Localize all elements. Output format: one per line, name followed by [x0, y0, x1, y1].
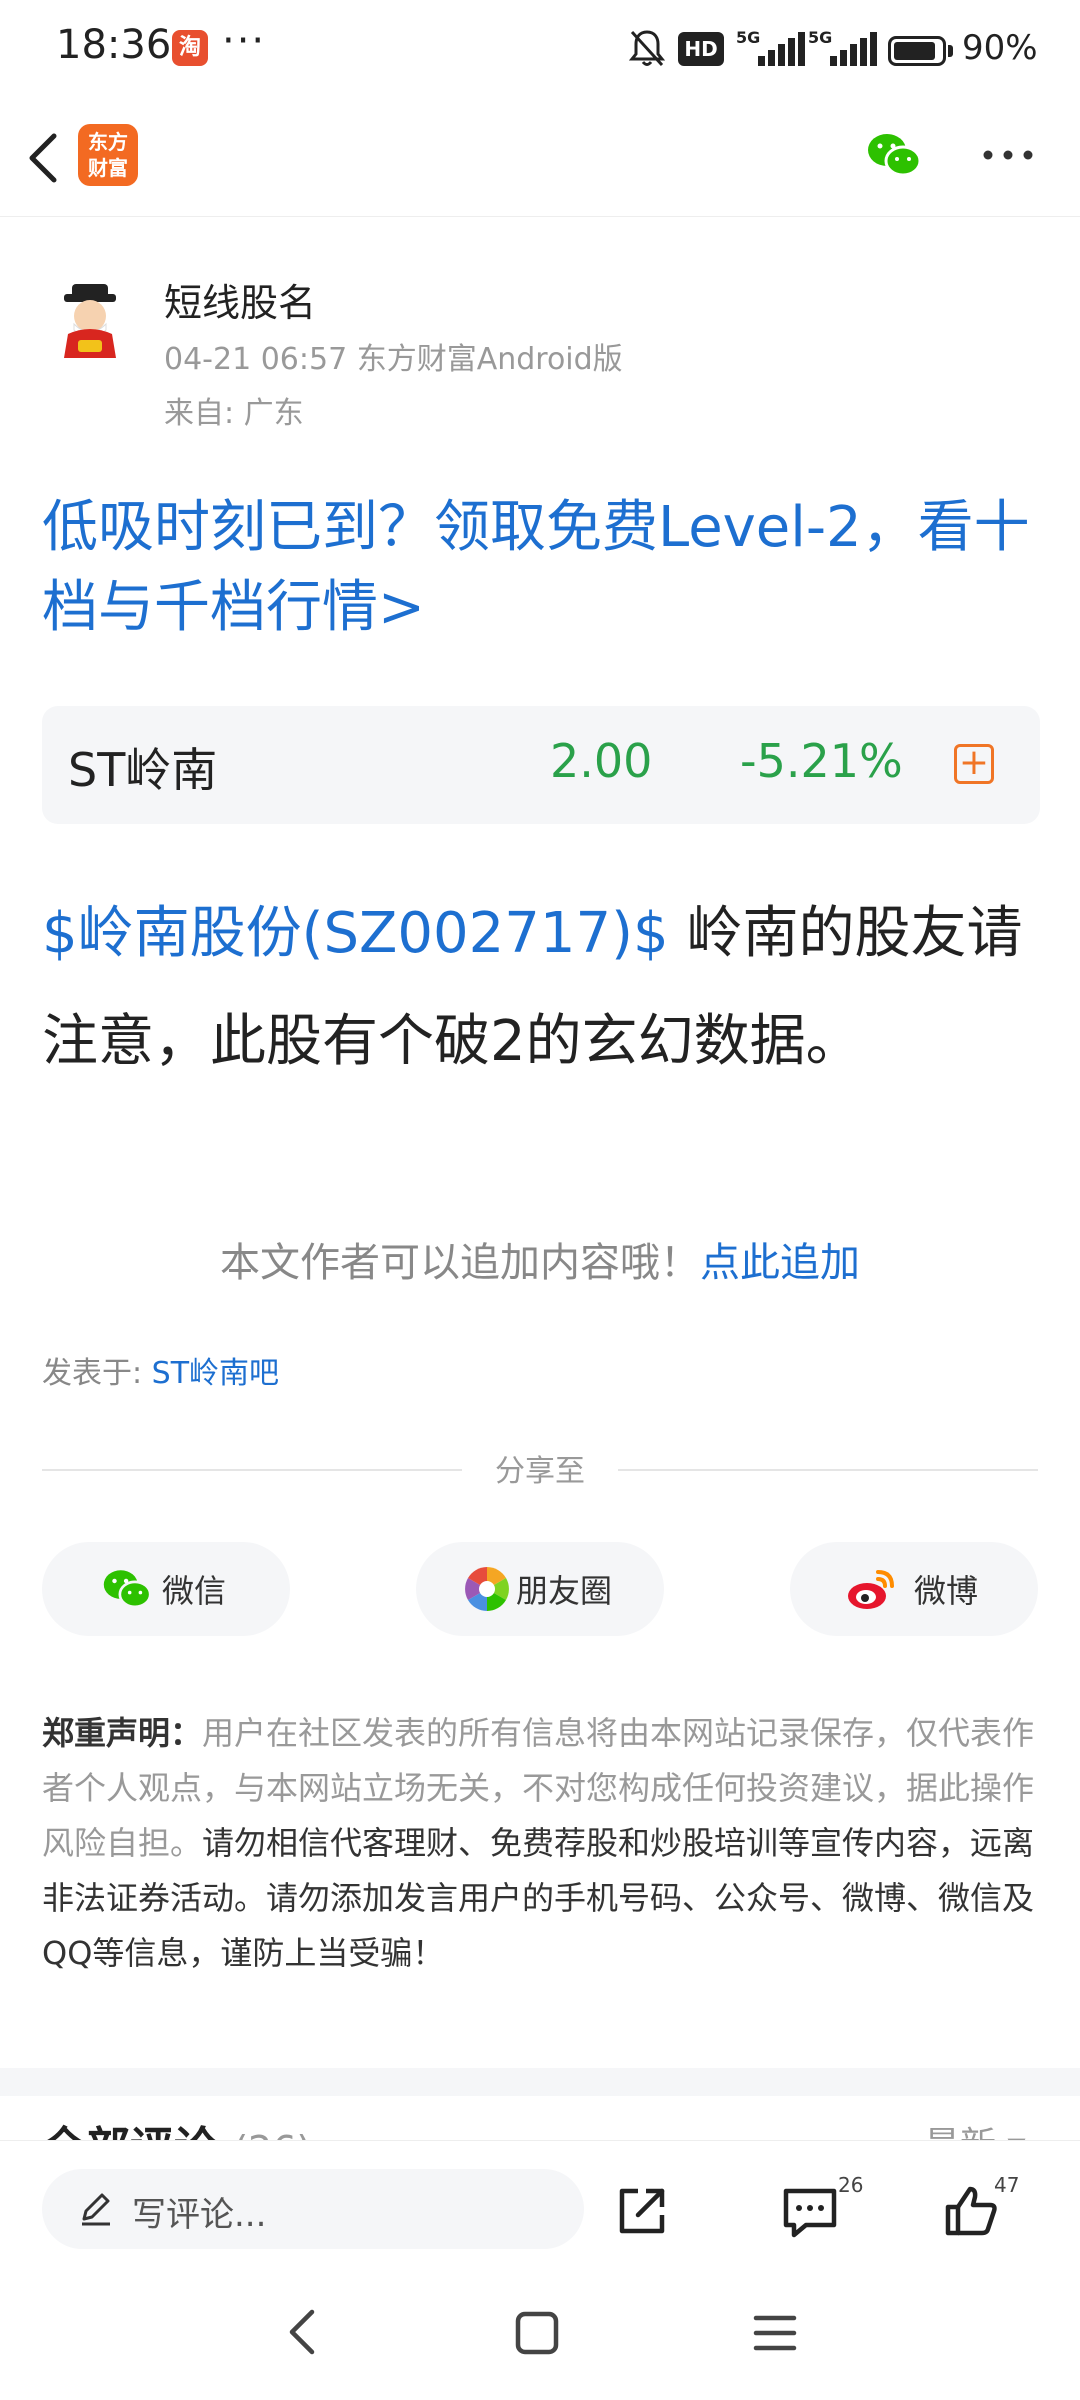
share-moments-button[interactable]: 朋友圈: [416, 1542, 664, 1636]
disclaimer: 郑重声明：用户在社区发表的所有信息将由本网站记录保存，仅代表作者个人观点，与本网…: [42, 1706, 1042, 1981]
add-to-watchlist-icon[interactable]: +: [954, 744, 994, 784]
share-out-icon: [619, 2188, 665, 2234]
nav-back-button[interactable]: [280, 2302, 324, 2366]
divider: [42, 1469, 462, 1471]
battery-icon: [888, 36, 946, 66]
bottom-action-bar: 写评论... 26 47: [0, 2140, 1080, 2263]
share-button[interactable]: [612, 2181, 672, 2241]
author-name[interactable]: 短线股名: [164, 272, 316, 327]
post-body: $岭南股份(SZ002717)$ 岭南的股友请注意，此股有个破2的玄幻数据。: [42, 880, 1042, 1096]
level2-promo-link[interactable]: 低吸时刻已到？领取免费Level-2，看十档与千档行情>: [42, 488, 1042, 648]
comment-count-badge: 26: [838, 2173, 864, 2197]
like-button[interactable]: [942, 2181, 1002, 2241]
battery-tip: [948, 45, 953, 57]
comments-button[interactable]: [780, 2181, 840, 2241]
status-bar: 18:36 淘 ··· HD 5G 5G 90%: [0, 0, 1080, 100]
section-separator: [0, 2068, 1080, 2096]
share-moments-label: 朋友圈: [516, 1572, 613, 1610]
forum-link[interactable]: ST岭南吧: [152, 1356, 279, 1391]
taobao-notification-icon: 淘: [172, 30, 208, 66]
battery-percent: 90%: [962, 28, 1038, 68]
share-label: 分享至: [495, 1454, 585, 1489]
hd-voice-icon: HD: [678, 32, 724, 66]
thumbs-up-icon: [945, 2186, 997, 2236]
comment-input[interactable]: 写评论...: [42, 2169, 584, 2249]
more-notifications-icon: ···: [222, 18, 267, 64]
stock-quote-card[interactable]: ST岭南 2.00 -5.21% +: [42, 706, 1040, 824]
post-meta: 04-21 06:57 东方财富Android版: [164, 342, 623, 377]
stock-change: -5.21%: [740, 734, 903, 788]
more-options-button[interactable]: [980, 140, 1036, 170]
wechat-icon: [103, 1570, 152, 1609]
nav-home-button[interactable]: [512, 2308, 562, 2362]
share-weibo-button[interactable]: 微博: [790, 1542, 1038, 1636]
header: 东方 财富: [0, 100, 1080, 217]
nav-recents-button[interactable]: [750, 2308, 800, 2362]
stock-tag-link[interactable]: $岭南股份(SZ002717)$: [42, 901, 669, 966]
moments-icon: [465, 1567, 509, 1611]
post-location: 来自: 广东: [164, 396, 304, 431]
brand-logo[interactable]: 东方 财富: [78, 124, 138, 186]
stock-price: 2.00: [550, 734, 653, 788]
comment-placeholder: 写评论...: [132, 2195, 267, 2235]
share-wechat-button[interactable]: 微信: [42, 1542, 290, 1636]
weibo-icon: [848, 1570, 894, 1609]
back-button[interactable]: [20, 128, 70, 188]
comment-icon: [783, 2188, 837, 2238]
chevron-left-icon: [29, 133, 57, 183]
append-content-link[interactable]: 点此追加: [700, 1240, 860, 1286]
author-avatar[interactable]: [54, 280, 126, 360]
share-wechat-label: 微信: [162, 1572, 227, 1610]
like-count-badge: 47: [994, 2173, 1020, 2197]
nav-menu-icon: [753, 2315, 797, 2351]
wechat-share-icon[interactable]: [866, 130, 922, 180]
signal-1-icon: 5G: [736, 28, 806, 66]
append-hint: 本文作者可以追加内容哦！: [220, 1240, 700, 1286]
disclaimer-title: 郑重声明：: [42, 1714, 203, 1752]
signal-2-icon: 5G: [808, 28, 878, 66]
stock-name: ST岭南: [68, 743, 218, 797]
more-icon: [983, 150, 1033, 160]
append-content-row: 本文作者可以追加内容哦！点此追加: [0, 1230, 1080, 1288]
mute-bell-icon: [628, 28, 666, 77]
posted-in-label: 发表于:: [42, 1356, 152, 1391]
divider: [618, 1469, 1038, 1471]
share-weibo-label: 微博: [914, 1572, 979, 1610]
pencil-icon: [82, 2193, 110, 2226]
system-nav-bar: [0, 2262, 1080, 2400]
status-time: 18:36: [56, 22, 172, 68]
posted-in: 发表于: ST岭南吧: [42, 1348, 279, 1392]
nav-home-icon: [515, 2311, 559, 2355]
nav-back-icon: [289, 2309, 315, 2355]
